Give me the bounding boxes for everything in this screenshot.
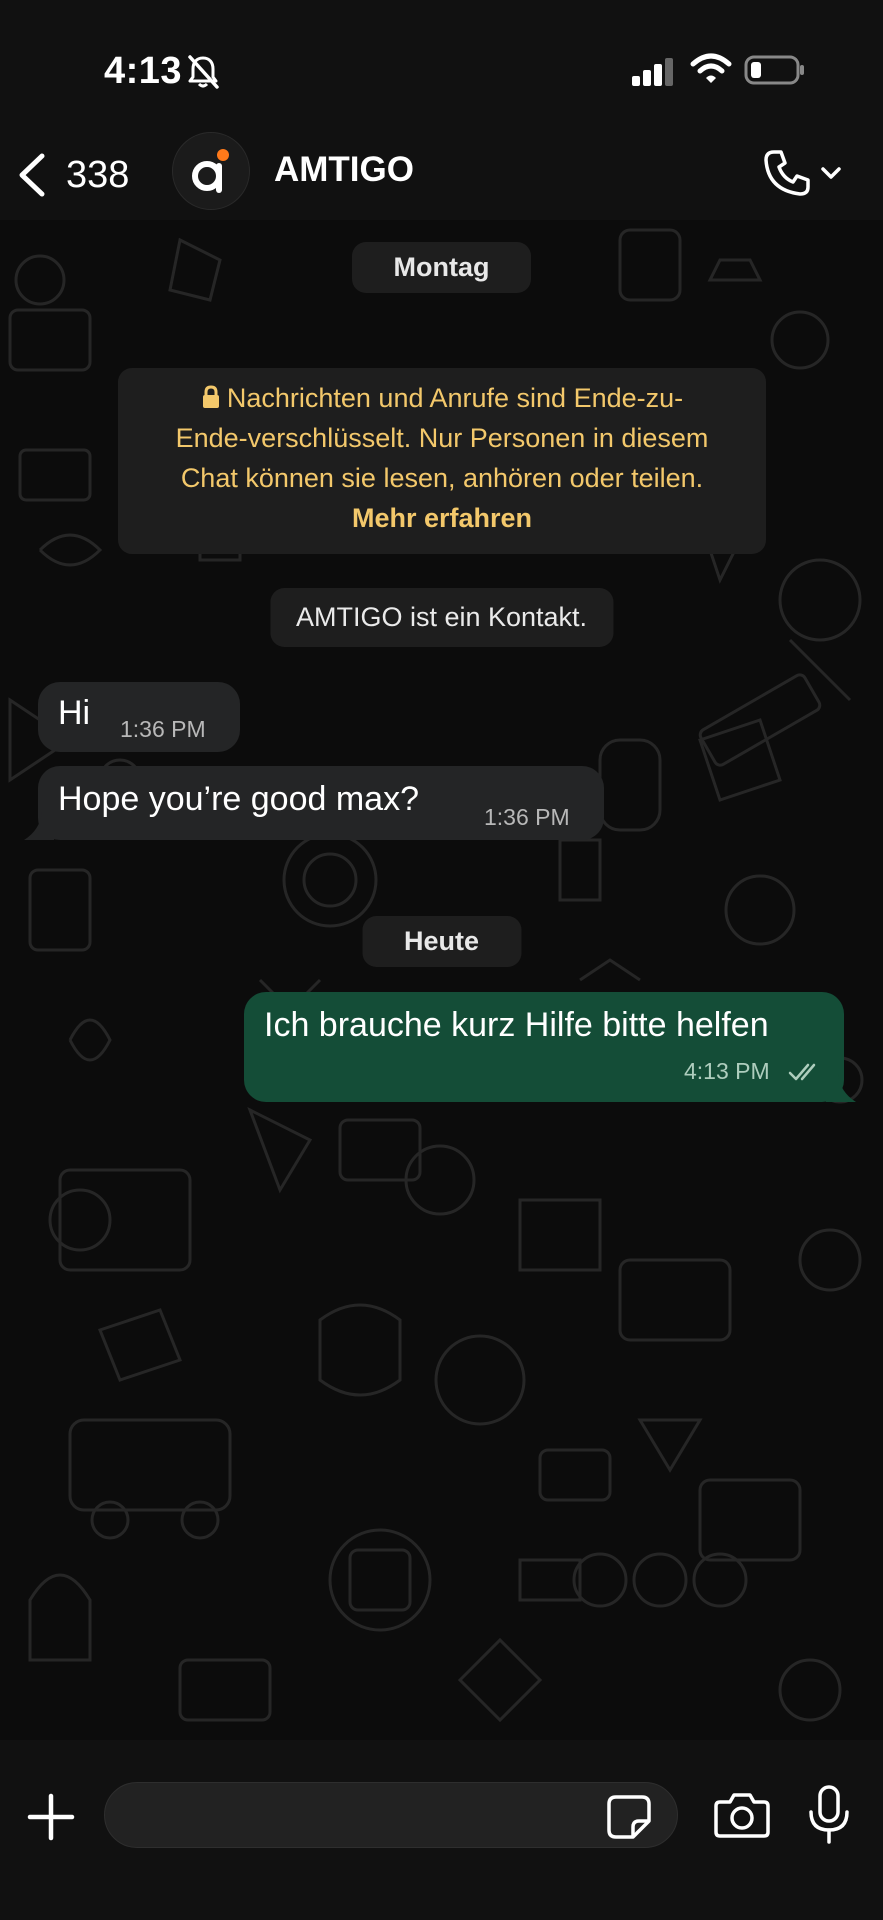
bubble-tail bbox=[24, 812, 54, 840]
status-bar: 4:13 bbox=[0, 0, 883, 130]
avatar[interactable] bbox=[172, 132, 250, 210]
message-bubble-incoming[interactable]: Hope you’re good max? 1:36 PM bbox=[38, 766, 604, 840]
message-input[interactable] bbox=[104, 1782, 678, 1848]
cellular-signal-icon bbox=[632, 58, 673, 86]
plus-icon[interactable] bbox=[26, 1792, 76, 1842]
microphone-icon[interactable] bbox=[806, 1784, 852, 1846]
read-receipt-icon bbox=[788, 1063, 816, 1081]
bubble-tail bbox=[826, 1074, 856, 1102]
date-separator-heute: Heute bbox=[361, 916, 522, 967]
wifi-icon bbox=[690, 53, 732, 83]
message-time: 1:36 PM bbox=[120, 716, 206, 742]
camera-icon[interactable] bbox=[714, 1790, 770, 1840]
learn-more-link[interactable]: Mehr erfahren bbox=[136, 498, 748, 538]
message-text: Ich brauche kurz Hilfe bitte helfen bbox=[264, 1006, 769, 1044]
chat-area[interactable]: Montag Nachrichten und Anrufe sind Ende-… bbox=[0, 220, 883, 1740]
encryption-line-1: Nachrichten und Anrufe sind Ende-zu- bbox=[226, 383, 684, 413]
back-button[interactable]: 338 bbox=[14, 144, 129, 206]
battery-low-icon bbox=[744, 55, 804, 85]
contact-name[interactable]: AMTIGO bbox=[274, 150, 414, 190]
status-time: 4:13 bbox=[104, 50, 183, 92]
message-bubble-outgoing[interactable]: Ich brauche kurz Hilfe bitte helfen 4:13… bbox=[244, 992, 844, 1102]
input-bar bbox=[0, 1740, 883, 1920]
sticker-icon[interactable] bbox=[606, 1794, 652, 1840]
chat-header: 338 AMTIGO bbox=[0, 130, 883, 220]
message-text: Hope you’re good max? bbox=[58, 780, 420, 818]
unread-count: 338 bbox=[66, 153, 130, 196]
message-bubble-incoming[interactable]: Hi 1:36 PM bbox=[38, 682, 240, 752]
lock-icon bbox=[202, 385, 219, 408]
date-separator-montag: Montag bbox=[351, 242, 532, 293]
message-time: 4:13 PM bbox=[684, 1058, 770, 1084]
system-message: AMTIGO ist ein Kontakt. bbox=[269, 588, 614, 647]
chevron-down-icon bbox=[821, 167, 841, 179]
call-button[interactable] bbox=[762, 144, 862, 202]
encryption-line-2: Ende-verschlüsselt. Nur Personen in dies… bbox=[175, 423, 709, 453]
bell-slash-icon bbox=[188, 55, 219, 89]
encryption-line-3: Chat können sie lesen, anhören oder teil… bbox=[180, 463, 704, 493]
encryption-notice[interactable]: Nachrichten und Anrufe sind Ende-zu- End… bbox=[118, 368, 766, 554]
phone-icon bbox=[764, 150, 810, 196]
back-chevron-icon bbox=[19, 153, 45, 197]
message-text: Hi bbox=[58, 694, 91, 732]
encryption-notice-text: Nachrichten und Anrufe sind Ende-zu- End… bbox=[136, 378, 748, 498]
message-time: 1:36 PM bbox=[484, 804, 570, 830]
amtigo-logo-icon bbox=[192, 149, 229, 193]
